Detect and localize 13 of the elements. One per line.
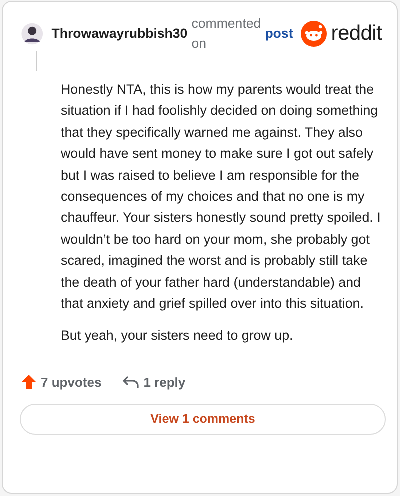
post-link[interactable]: post	[265, 24, 294, 44]
brand-name: reddit	[331, 21, 382, 48]
comment-paragraph: Honestly NTA, this is how my parents would treat the situation if I had foolishly decided on doing something that they specifically warned me against. They also would have sent money to make sure I got out safely but I was raised to believe I am responsible for the consequences of my choices and that no one is my chauffeur. Your sisters honestly sound pretty spoiled. I wouldn’t be too hard on your mom, she probably got scared, imagined the worst and is probably still take the death of your father hard (understandable) and that anxiety and grief spilled over into this situation.	[61, 81, 382, 314]
comment-paragraph: But yeah, your sisters need to grow up.	[61, 327, 294, 346]
upvote-icon[interactable]	[21, 374, 37, 390]
upvote-count: 7 upvotes	[41, 374, 102, 392]
alien-logo-icon	[301, 21, 328, 47]
action-text: commented on	[192, 15, 262, 53]
view-comments-button[interactable]: View 1 comments	[20, 404, 386, 436]
reply-count: 1 reply	[144, 374, 186, 392]
reply-icon[interactable]	[122, 374, 140, 390]
username[interactable]: Throwawayrubbish30	[52, 24, 188, 44]
thread-line	[36, 51, 37, 71]
